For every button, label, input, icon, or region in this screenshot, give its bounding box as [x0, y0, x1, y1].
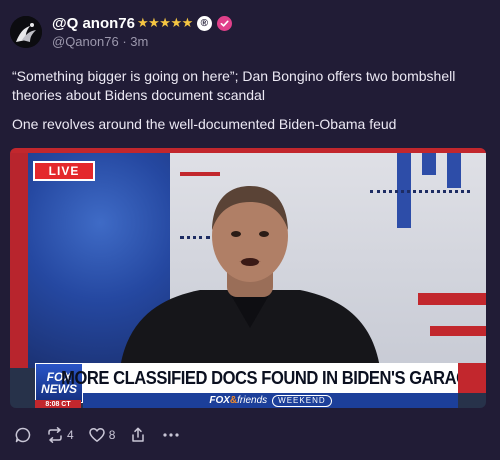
news-chyron: MORE CLASSIFIED DOCS FOUND IN BIDEN'S GA…: [62, 363, 480, 393]
repost-count: 4: [67, 428, 74, 442]
registered-badge-icon: ®: [196, 15, 212, 31]
backdrop-blue-bar: [447, 153, 461, 188]
like-button[interactable]: 8: [88, 426, 116, 444]
post-time[interactable]: 3m: [130, 34, 148, 49]
chyron-red-wing: [458, 363, 486, 393]
repost-button[interactable]: 4: [46, 426, 74, 444]
post-text-paragraph: “Something bigger is going on here”; Dan…: [12, 68, 456, 103]
rating-stars-icon: ★★★★★: [136, 15, 193, 30]
avatar[interactable]: [10, 16, 42, 48]
heart-icon: [88, 428, 105, 442]
news-host-figure-icon: [120, 186, 380, 368]
studio-red-edge: [10, 153, 28, 368]
more-options-button[interactable]: [161, 426, 181, 444]
author-handle-row: @Qanon76 · 3m: [52, 34, 148, 49]
chyron-headline: MORE CLASSIFIED DOCS FOUND IN BIDEN'S GA…: [61, 367, 480, 388]
video-thumbnail[interactable]: LIVE FOX NEWS 8:08 CT MORE CLASSIFIED DO…: [10, 148, 486, 408]
more-icon: [163, 433, 179, 437]
repost-icon: [48, 427, 62, 443]
show-name: friends: [237, 395, 268, 406]
show-weekend-tag: WEEKEND: [272, 394, 332, 407]
share-button[interactable]: [129, 426, 147, 444]
author-display-name[interactable]: @Q anon76: [52, 15, 135, 32]
meta-separator: ·: [122, 34, 127, 49]
post-actions-bar: 4 8: [14, 425, 195, 445]
live-badge: LIVE: [33, 161, 95, 181]
flag-stripe: [430, 326, 486, 336]
show-name-bar: FOX & friends WEEKEND: [83, 393, 458, 408]
flag-stripe: [418, 293, 486, 305]
reply-button[interactable]: [14, 426, 32, 444]
author-handle[interactable]: @Qanon76: [52, 34, 119, 49]
show-amp: &: [229, 395, 238, 406]
show-brand: FOX: [209, 395, 230, 406]
comment-icon: [15, 427, 31, 443]
author-name-row: @Q anon76 ★★★★★ ®: [52, 13, 232, 33]
broadcast-time: 8:08 CT: [35, 400, 81, 408]
q-logo-icon: [10, 16, 42, 48]
like-count: 8: [108, 428, 116, 442]
verified-check-icon: [216, 15, 232, 31]
backdrop-blue-bar: [422, 153, 436, 175]
share-icon: [132, 427, 145, 442]
post-text-paragraph: One revolves around the well-documented …: [12, 116, 397, 132]
post-card: @Q anon76 ★★★★★ ® @Qanon76 · 3m “Somethi…: [0, 0, 500, 460]
